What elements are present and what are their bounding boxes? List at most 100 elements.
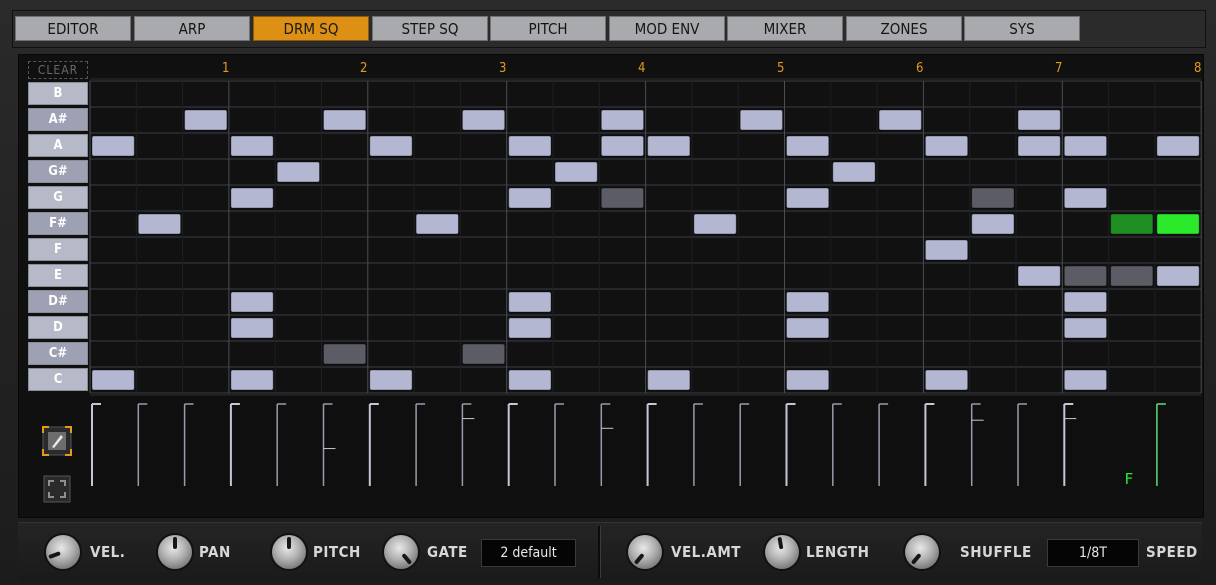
key-c[interactable]: C	[28, 368, 88, 391]
note-cell[interactable]	[1063, 265, 1108, 287]
note-cell[interactable]	[600, 109, 645, 131]
note-cell[interactable]	[971, 213, 1015, 235]
key-f[interactable]: F	[28, 238, 88, 261]
key-c-sharp[interactable]: C#	[28, 342, 88, 365]
vel-amt-knob[interactable]	[628, 535, 662, 569]
beat-number: 3	[499, 61, 507, 76]
note-cell[interactable]	[508, 135, 552, 157]
note-cell[interactable]	[1156, 265, 1200, 287]
note-cell[interactable]	[786, 317, 830, 339]
note-cell[interactable]	[508, 187, 552, 209]
note-cell[interactable]	[1063, 135, 1108, 157]
shuffle-knob[interactable]	[905, 535, 939, 569]
note-cell[interactable]	[1110, 265, 1154, 287]
note-cell[interactable]	[1156, 213, 1200, 235]
note-cell[interactable]	[1110, 213, 1154, 235]
note-cell[interactable]	[1017, 265, 1061, 287]
note-cell[interactable]	[878, 109, 922, 131]
active-step-glyph: F	[1125, 470, 1134, 488]
pencil-tool-button[interactable]	[42, 426, 72, 456]
note-cell[interactable]	[1063, 369, 1108, 391]
pan-knob[interactable]	[158, 535, 192, 569]
note-cell[interactable]	[786, 291, 830, 313]
note-cell[interactable]	[739, 109, 784, 131]
length-label: LENGTH	[806, 543, 870, 561]
note-cell[interactable]	[230, 135, 274, 157]
beat-number: 8	[1194, 61, 1202, 76]
beat-number: 4	[638, 61, 646, 76]
beat-number: 7	[1055, 61, 1063, 76]
note-cell[interactable]	[600, 135, 645, 157]
note-cell[interactable]	[1063, 291, 1108, 313]
note-cell[interactable]	[91, 135, 135, 157]
note-cell[interactable]	[1017, 109, 1061, 131]
gate-knob[interactable]	[384, 535, 418, 569]
note-cell[interactable]	[1063, 187, 1108, 209]
clear-button[interactable]: CLEAR	[28, 61, 88, 79]
beat-number: 5	[777, 61, 785, 76]
note-cell[interactable]	[184, 109, 228, 131]
note-cell[interactable]	[276, 161, 321, 183]
velocity-lane	[90, 395, 1202, 494]
note-cell[interactable]	[369, 135, 413, 157]
key-a[interactable]: A	[28, 134, 88, 157]
key-e[interactable]: E	[28, 264, 88, 287]
pan-label: PAN	[199, 543, 231, 561]
note-cell[interactable]	[924, 239, 969, 261]
gate-label: GATE	[427, 543, 468, 561]
note-cell[interactable]	[600, 187, 645, 209]
note-cell[interactable]	[832, 161, 876, 183]
note-cell[interactable]	[323, 109, 367, 131]
note-cell[interactable]	[786, 135, 830, 157]
speed-select[interactable]: 1/8T	[1047, 539, 1139, 567]
note-grid[interactable]: F	[0, 0, 1216, 520]
key-g[interactable]: G	[28, 186, 88, 209]
note-cell[interactable]	[647, 369, 691, 391]
beat-number: 1	[222, 61, 230, 76]
beat-number: 2	[360, 61, 368, 76]
key-g-sharp[interactable]: G#	[28, 160, 88, 183]
note-cell[interactable]	[461, 343, 506, 365]
note-cell[interactable]	[508, 317, 552, 339]
key-f-sharp[interactable]: F#	[28, 212, 88, 235]
key-d[interactable]: D	[28, 316, 88, 339]
note-cell[interactable]	[508, 291, 552, 313]
pitch-knob[interactable]	[272, 535, 306, 569]
key-b[interactable]: B	[28, 82, 88, 105]
note-cell[interactable]	[924, 369, 969, 391]
note-cell[interactable]	[91, 369, 135, 391]
note-cell[interactable]	[1063, 317, 1108, 339]
note-cell[interactable]	[137, 213, 182, 235]
key-a-sharp[interactable]: A#	[28, 108, 88, 131]
note-cell[interactable]	[461, 109, 506, 131]
note-cell[interactable]	[1156, 135, 1200, 157]
note-cell[interactable]	[786, 187, 830, 209]
beat-number: 6	[916, 61, 924, 76]
note-cell[interactable]	[415, 213, 459, 235]
note-cell[interactable]	[230, 369, 274, 391]
gate-preset-select[interactable]: 2 default	[481, 539, 576, 567]
pitch-label: PITCH	[313, 543, 361, 561]
note-cell[interactable]	[1017, 135, 1061, 157]
note-cell[interactable]	[230, 317, 274, 339]
note-cell[interactable]	[971, 187, 1015, 209]
divider	[598, 526, 601, 578]
vel-knob[interactable]	[46, 535, 80, 569]
select-tool-button[interactable]	[42, 474, 72, 504]
vel-amt-label: VEL.AMT	[671, 543, 741, 561]
note-cell[interactable]	[693, 213, 737, 235]
note-cell[interactable]	[508, 369, 552, 391]
key-d-sharp[interactable]: D#	[28, 290, 88, 313]
vel-label: VEL.	[90, 543, 126, 561]
drum-sequencer-window: EDITOR ARP DRM SQ STEP SQ PITCH MOD ENV …	[0, 0, 1216, 585]
length-knob[interactable]	[765, 535, 799, 569]
note-cell[interactable]	[554, 161, 598, 183]
note-cell[interactable]	[786, 369, 830, 391]
speed-label: SPEED	[1146, 543, 1198, 561]
note-cell[interactable]	[323, 343, 367, 365]
note-cell[interactable]	[230, 291, 274, 313]
note-cell[interactable]	[647, 135, 691, 157]
note-cell[interactable]	[924, 135, 969, 157]
note-cell[interactable]	[230, 187, 274, 209]
note-cell[interactable]	[369, 369, 413, 391]
